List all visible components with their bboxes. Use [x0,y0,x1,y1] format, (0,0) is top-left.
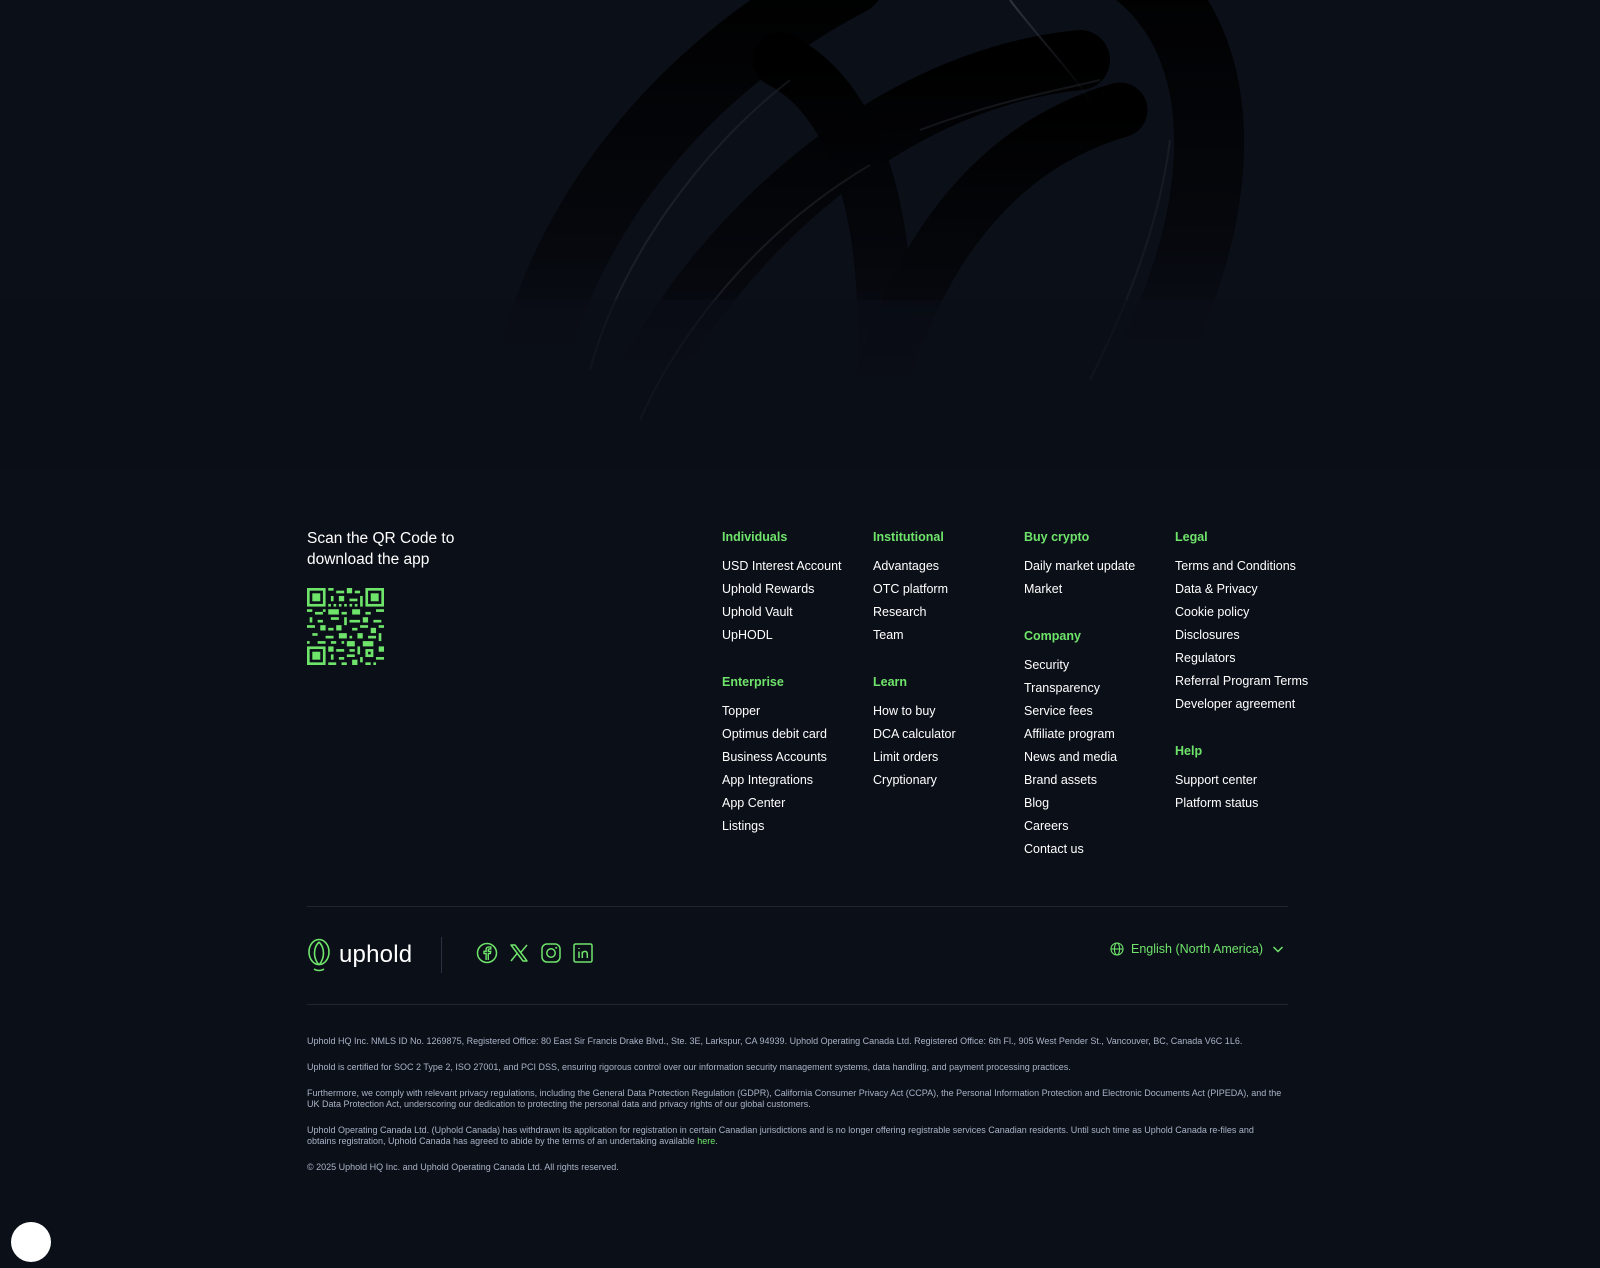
globe-icon [1110,942,1124,956]
link-news-and-media[interactable]: News and media [1024,749,1164,766]
link-uphold-rewards[interactable]: Uphold Rewards [722,581,862,598]
link-brand-assets[interactable]: Brand assets [1024,772,1164,789]
link-otc-platform[interactable]: OTC platform [873,581,1013,598]
group-company: Company Security Transparency Service fe… [1024,628,1164,858]
link-optimus-debit-card[interactable]: Optimus debit card [722,726,862,743]
link-market[interactable]: Market [1024,581,1164,598]
chevron-down-icon [1272,946,1284,953]
link-cryptionary[interactable]: Cryptionary [873,772,1013,789]
link-topper[interactable]: Topper [722,703,862,720]
group-enterprise: Enterprise Topper Optimus debit card Bus… [722,674,862,835]
link-app-center[interactable]: App Center [722,795,862,812]
group-title-help: Help [1175,743,1203,758]
legal-canada-text: Uphold Operating Canada Ltd. (Uphold Can… [307,1125,1254,1146]
qr-download-block: Scan the QR Code to download the app [307,528,507,670]
link-developer-agreement[interactable]: Developer agreement [1175,696,1315,713]
link-dca-calculator[interactable]: DCA calculator [873,726,1013,743]
link-careers[interactable]: Careers [1024,818,1164,835]
footer-column-4: Legal Terms and Conditions Data & Privac… [1175,529,1315,818]
group-individuals: Individuals USD Interest Account Uphold … [722,529,862,644]
qr-caption: Scan the QR Code to download the app [307,530,455,568]
link-usd-interest-account[interactable]: USD Interest Account [722,558,862,575]
legal-canada: Uphold Operating Canada Ltd. (Uphold Can… [307,1125,1282,1147]
group-title-legal: Legal [1175,530,1208,544]
group-learn: Learn How to buy DCA calculator Limit or… [873,674,1013,789]
group-title-individuals: Individuals [722,530,788,544]
legal-registration: Uphold HQ Inc. NMLS ID No. 1269875, Regi… [307,1036,1243,1046]
link-blog[interactable]: Blog [1024,795,1164,812]
link-terms-and-conditions[interactable]: Terms and Conditions [1175,558,1315,575]
link-uphodl[interactable]: UpHODL [722,627,862,644]
link-disclosures[interactable]: Disclosures [1175,627,1315,644]
brand-logo[interactable]: uphold [307,938,412,972]
link-limit-orders[interactable]: Limit orders [873,749,1013,766]
qr-code-icon[interactable] [307,588,384,665]
legal-privacy: Furthermore, we comply with relevant pri… [307,1088,1282,1109]
link-security[interactable]: Security [1024,657,1164,674]
link-uphold-vault[interactable]: Uphold Vault [722,604,862,621]
linkedin-icon[interactable] [572,942,594,964]
language-selector[interactable]: English (North America) [1110,942,1285,956]
footer-column-3: Buy crypto Daily market update Market Co… [1024,529,1164,864]
brand-name: uphold [339,941,413,968]
uphold-logo-icon [308,938,330,972]
group-institutional: Institutional Advantages OTC platform Re… [873,529,1013,644]
group-buy-crypto: Buy crypto Daily market update Market [1024,529,1164,598]
group-legal: Legal Terms and Conditions Data & Privac… [1175,529,1315,713]
language-label: English (North America) [1131,942,1263,956]
link-app-integrations[interactable]: App Integrations [722,772,862,789]
link-cookie-policy[interactable]: Cookie policy [1175,604,1315,621]
link-advantages[interactable]: Advantages [873,558,1013,575]
footer-page: Scan the QR Code to download the app Ind… [0,0,1600,1268]
footer-divider-top [307,906,1288,907]
link-team[interactable]: Team [873,627,1013,644]
facebook-icon[interactable] [476,942,498,964]
group-title-enterprise: Enterprise [722,674,784,689]
instagram-icon[interactable] [540,942,562,964]
link-daily-market-update[interactable]: Daily market update [1024,558,1164,575]
link-regulators[interactable]: Regulators [1175,650,1315,667]
group-title-institutional: Institutional [873,530,944,544]
x-icon[interactable] [508,942,530,964]
legal-canada-end: . [715,1136,718,1146]
social-links [476,942,594,964]
link-business-accounts[interactable]: Business Accounts [722,749,862,766]
link-transparency[interactable]: Transparency [1024,680,1164,697]
legal-certification: Uphold is certified for SOC 2 Type 2, IS… [307,1062,1071,1072]
link-service-fees[interactable]: Service fees [1024,703,1164,720]
footer-column-2: Institutional Advantages OTC platform Re… [873,529,1013,795]
link-support-center[interactable]: Support center [1175,772,1315,789]
copyright: © 2025 Uphold HQ Inc. and Uphold Operati… [307,1162,619,1172]
hero-graphic [0,0,1600,470]
link-data-privacy[interactable]: Data & Privacy [1175,581,1315,598]
link-research[interactable]: Research [873,604,1013,621]
link-listings[interactable]: Listings [722,818,862,835]
footer-column-1: Individuals USD Interest Account Uphold … [722,529,862,841]
link-affiliate-program[interactable]: Affiliate program [1024,726,1164,743]
link-platform-status[interactable]: Platform status [1175,795,1315,812]
legal-text: Uphold HQ Inc. NMLS ID No. 1269875, Regi… [307,1036,1282,1188]
group-title-company: Company [1024,628,1081,643]
group-title-learn: Learn [873,674,908,689]
link-how-to-buy[interactable]: How to buy [873,703,1013,720]
ring-graphic [0,0,1600,470]
brand-separator [441,937,442,973]
footer-divider-bottom [307,1004,1288,1005]
group-help: Help Support center Platform status [1175,743,1315,812]
legal-here-link[interactable]: here [697,1136,715,1146]
chat-launcher-button[interactable] [11,1222,51,1262]
link-contact-us[interactable]: Contact us [1024,841,1164,858]
group-title-buy-crypto: Buy crypto [1024,530,1090,544]
link-referral-program-terms[interactable]: Referral Program Terms [1175,673,1315,690]
